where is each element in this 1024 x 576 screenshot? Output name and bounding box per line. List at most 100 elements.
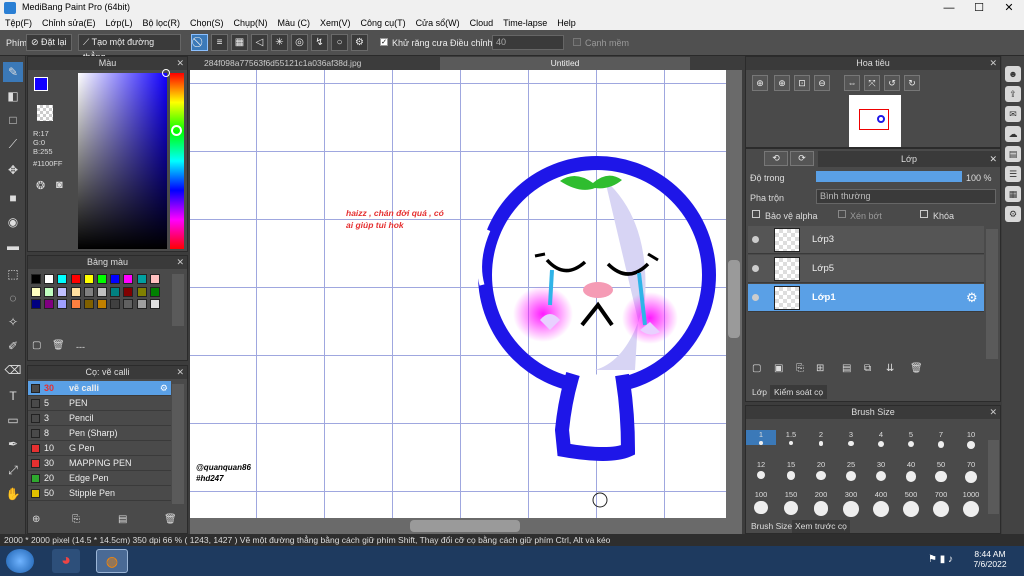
new-layer-icon[interactable]: ▢ [752, 363, 761, 374]
list-icon[interactable]: ☰ [1005, 166, 1021, 182]
menu-layer[interactable]: Lớp(L) [101, 16, 138, 30]
menu-window[interactable]: Cửa sổ(W) [411, 16, 465, 30]
brush-size-option[interactable]: 200 [806, 490, 836, 516]
magic-wand-icon[interactable]: ✧ [3, 312, 23, 332]
close-button[interactable]: ✕ [994, 0, 1024, 16]
menu-help[interactable]: Help [552, 16, 581, 30]
settings-icon[interactable]: ⚙ [1005, 206, 1021, 222]
palette-swatch[interactable] [83, 274, 94, 284]
lock-checkbox[interactable] [920, 210, 928, 218]
redo-icon[interactable]: ⟳ [790, 151, 814, 166]
reset-button[interactable]: ⊘ Đặt lại [26, 34, 72, 51]
brush-size-option[interactable]: 12 [746, 460, 776, 480]
layer-settings-icon[interactable]: ⚙ [966, 290, 978, 306]
share-icon[interactable]: ⇪ [1005, 86, 1021, 102]
adjust-input[interactable]: 40 [492, 35, 564, 50]
navigator-thumbnail[interactable] [849, 95, 901, 147]
palette-swatch[interactable] [149, 299, 160, 309]
menu-view[interactable]: Xem(V) [315, 16, 356, 30]
comment-icon[interactable]: ✉ [1005, 106, 1021, 122]
smooth-checkbox[interactable] [573, 38, 581, 46]
flip-icon[interactable]: ⇔ [844, 75, 860, 91]
brush-list-item[interactable]: 20 Edge Pen [28, 471, 171, 486]
palette-scrollbar[interactable] [172, 274, 184, 326]
brush-size-option[interactable]: 1 [746, 430, 776, 445]
palette-swatch[interactable] [136, 299, 147, 309]
brush-list-item[interactable]: 30 vẽ calli ⚙ [28, 381, 171, 396]
copy-layer-icon[interactable]: ⎘ [796, 363, 804, 374]
brush-size-scrollbar[interactable] [988, 440, 999, 514]
hand-tool-icon[interactable]: ✋ [3, 484, 23, 504]
brush-tool-icon[interactable]: ✎ [3, 62, 23, 82]
palette-swatch[interactable] [97, 274, 107, 284]
palette-swatch[interactable] [44, 286, 55, 297]
close-icon[interactable]: ✕ [989, 406, 997, 419]
delete-palette-icon[interactable]: 🗑 [52, 340, 65, 351]
start-icon[interactable] [6, 549, 34, 573]
saturation-value-picker[interactable] [78, 69, 170, 249]
snap-settings-icon[interactable]: ⚙ [351, 34, 368, 51]
brush-list-item[interactable]: 5 PEN [28, 396, 171, 411]
add-layer-menu-icon[interactable]: ⊞ [816, 363, 824, 374]
brush-size-option[interactable]: 25 [836, 460, 866, 481]
tab-brush-size[interactable]: Brush Size [748, 520, 796, 533]
palette-swatch[interactable] [149, 274, 160, 284]
fill-rect-icon[interactable]: ■ [3, 188, 23, 208]
layer-scrollbar[interactable] [986, 229, 998, 359]
snap-parallel-icon[interactable]: ≡ [211, 34, 228, 51]
undo-icon[interactable]: ⟲ [764, 151, 788, 166]
zoom-in-alt-icon[interactable]: ⊕ [774, 75, 790, 91]
palette-swatch[interactable] [97, 299, 107, 309]
snap-concentric-icon[interactable]: ◎ [291, 34, 308, 51]
visibility-icon[interactable] [752, 294, 759, 301]
palette-swatch[interactable] [70, 299, 81, 309]
delete-brush-icon[interactable]: 🗑 [164, 514, 177, 525]
brush-size-option[interactable]: 50 [926, 460, 956, 483]
menu-select[interactable]: Chọn(S) [185, 16, 229, 30]
select-tool-icon[interactable]: ⬚ [3, 264, 23, 284]
user-icon[interactable]: ☻ [1005, 66, 1021, 82]
palette-swatch[interactable] [44, 299, 55, 309]
palette-swatch[interactable] [31, 286, 41, 297]
protect-alpha-checkbox[interactable] [752, 210, 760, 218]
brush-list-item[interactable]: 3 Pencil [28, 411, 171, 426]
palette-swatch[interactable] [110, 299, 121, 309]
duplicate-layer-icon[interactable]: ⧉ [864, 363, 871, 374]
brush-size-option[interactable]: 70 [956, 460, 986, 484]
brush-size-option[interactable]: 500 [896, 490, 926, 517]
palette-swatch[interactable] [123, 274, 134, 284]
brush-size-option[interactable]: 15 [776, 460, 806, 480]
delete-layer-icon[interactable]: 🗑 [910, 363, 923, 374]
brush-list-item[interactable]: 10 G Pen [28, 441, 171, 456]
tray-icons[interactable]: ⚑ ▮ ♪ [928, 554, 953, 565]
palette-swatch[interactable] [110, 274, 121, 284]
horizontal-scroll-thumb[interactable] [410, 520, 520, 532]
palette-swatch[interactable] [31, 274, 41, 284]
tab-jpg-file[interactable]: 284f098a77563f6d55121c1a036af38d.jpg [196, 57, 370, 70]
palette-swatch[interactable] [44, 274, 55, 284]
palette-swatch[interactable] [123, 286, 134, 297]
close-icon[interactable]: ✕ [176, 366, 184, 379]
cloud-icon[interactable]: ☁ [1005, 126, 1021, 142]
menu-edit[interactable]: Chỉnh sửa(E) [37, 16, 101, 30]
brush-size-option[interactable]: 400 [866, 490, 896, 517]
brush-size-option[interactable]: 100 [746, 490, 776, 515]
palette-swatch[interactable] [110, 286, 121, 297]
grid-icon[interactable]: ▦ [1005, 186, 1021, 202]
visibility-icon[interactable] [752, 236, 759, 243]
brush-size-option[interactable]: 40 [896, 460, 926, 482]
palette-swatch[interactable] [97, 286, 107, 297]
menu-file[interactable]: Tệp(F) [0, 16, 37, 30]
clock[interactable]: 8:44 AM 7/6/2022 [968, 549, 1012, 569]
menu-capture[interactable]: Chụp(N) [229, 16, 273, 30]
folder-icon[interactable]: ▤ [118, 514, 127, 525]
tab-brush-preview[interactable]: Xem trước cọ [792, 520, 850, 533]
rotate-left-icon[interactable]: ↺ [884, 75, 900, 91]
eraser-tool-icon[interactable]: ◧ [3, 86, 23, 106]
menu-tools[interactable]: Công cụ(T) [356, 16, 411, 30]
brush-size-option[interactable]: 20 [806, 460, 836, 481]
brush-size-option[interactable]: 700 [926, 490, 956, 517]
drawing-canvas[interactable]: haizz , chán đời quá , có ai giúp tui ho… [190, 70, 726, 518]
layer-row-selected[interactable]: Lớp1 ⚙ [748, 284, 984, 312]
brush-size-option[interactable]: 300 [836, 490, 866, 517]
